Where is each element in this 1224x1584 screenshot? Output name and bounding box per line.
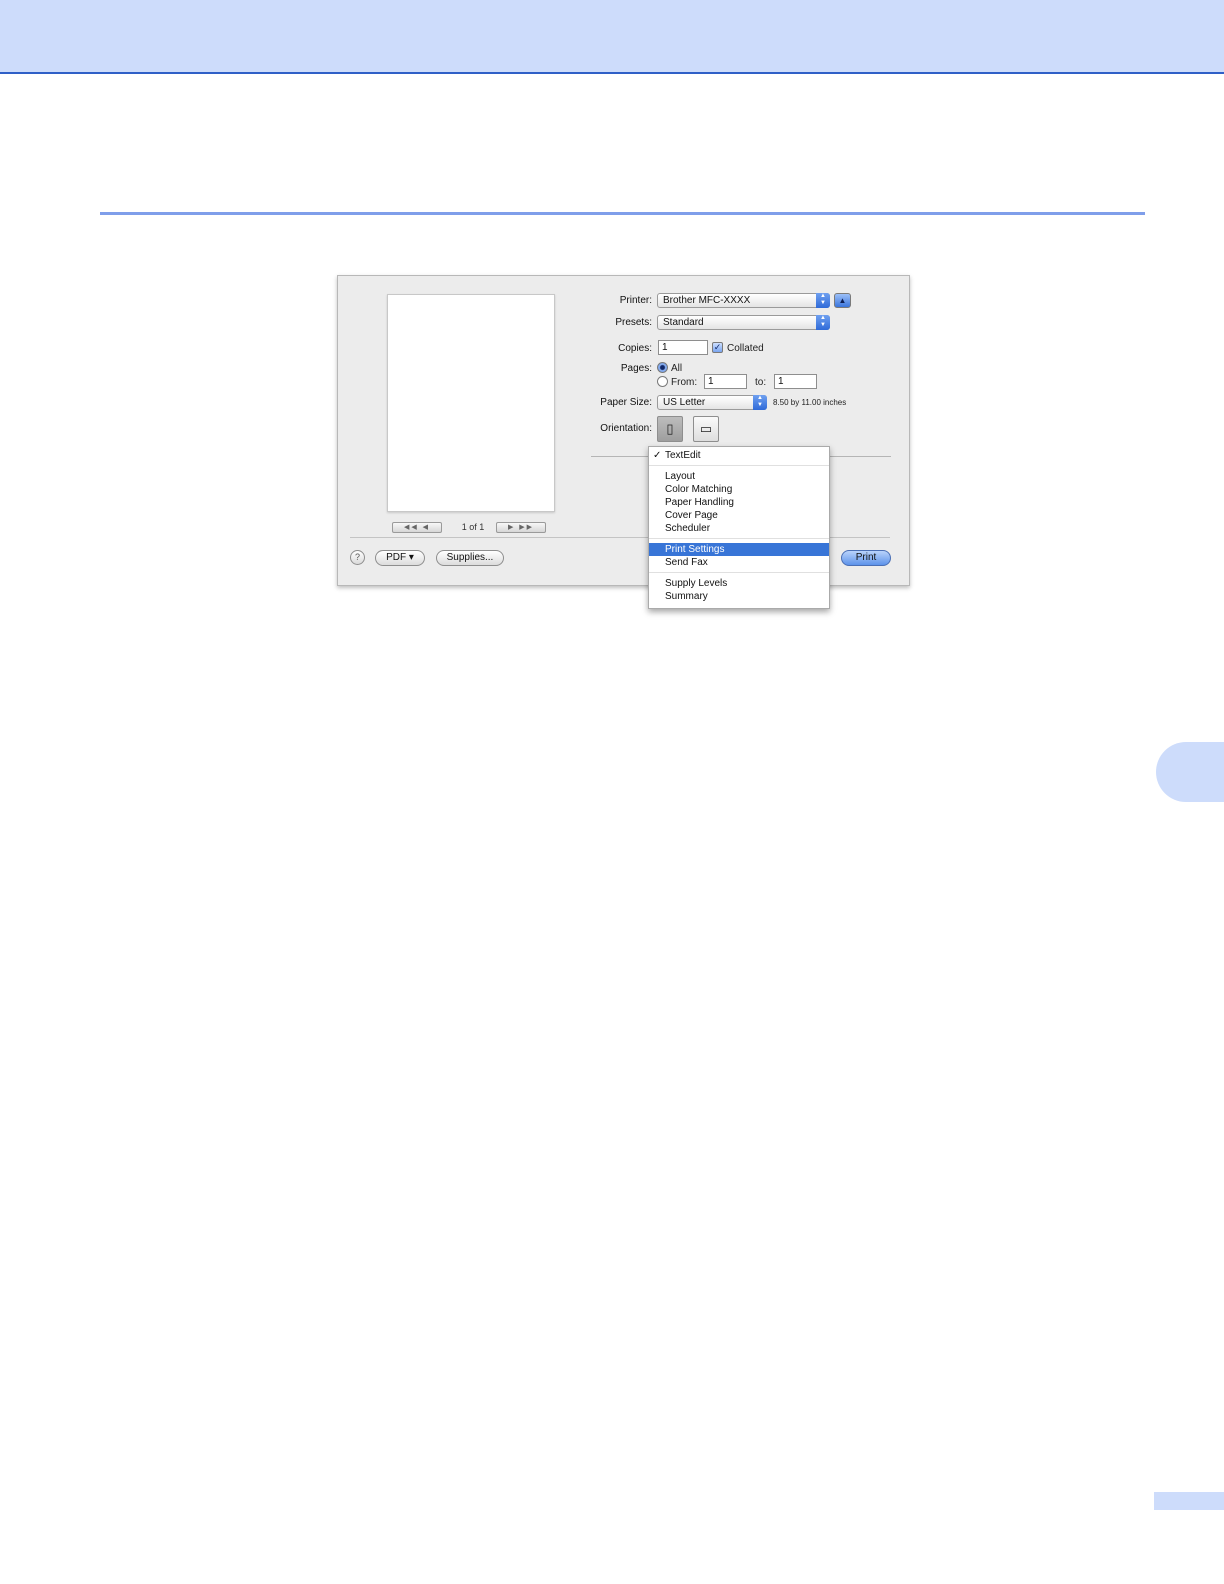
menu-item-paper-handling[interactable]: Paper Handling (649, 496, 829, 509)
presets-popup[interactable]: Standard ▲ ▼ (657, 315, 830, 330)
printer-value: Brother MFC-XXXX (663, 295, 751, 306)
menu-item-textedit[interactable]: ✓ TextEdit (649, 449, 829, 462)
menu-item-label: Cover Page (665, 510, 718, 521)
paper-size-label: Paper Size: (600, 397, 652, 408)
menu-item-supply-levels[interactable]: Supply Levels (649, 577, 829, 590)
presets-value: Standard (663, 317, 704, 328)
menu-item-label: Paper Handling (665, 497, 734, 508)
menu-item-cover-page[interactable]: Cover Page (649, 509, 829, 522)
help-button[interactable]: ? (350, 550, 365, 565)
paper-size-dimensions: 8.50 by 11.00 inches (773, 398, 847, 407)
menu-item-label: Color Matching (665, 484, 733, 495)
pages-from-label: From: (671, 377, 698, 388)
menu-item-label: Summary (665, 591, 708, 602)
menu-separator (649, 538, 829, 539)
menu-separator (649, 572, 829, 573)
page-number-tab (1154, 1492, 1224, 1510)
preview-page-count: 1 of 1 (461, 522, 485, 532)
manual-page: ◀◀ ◀ 1 of 1 ▶ ▶▶ Printer: Brother MFC-XX… (0, 0, 1224, 1584)
menu-item-label: Send Fax (665, 557, 708, 568)
landscape-icon: ▭ (699, 421, 713, 436)
checkmark-icon: ✓ (653, 450, 662, 461)
copies-label: Copies: (618, 343, 652, 354)
paper-size-value: US Letter (663, 397, 706, 408)
preview-next-buttons[interactable]: ▶ ▶▶ (496, 522, 546, 533)
menu-item-print-settings[interactable]: Print Settings (649, 543, 829, 556)
supplies-button[interactable]: Supplies... (436, 550, 504, 566)
portrait-icon: ▯ (666, 421, 674, 436)
pages-range-radio[interactable] (657, 376, 668, 387)
chapter-tab (1156, 742, 1224, 802)
header-band (0, 0, 1224, 74)
menu-item-summary[interactable]: Summary (649, 590, 829, 603)
menu-item-label: TextEdit (665, 450, 701, 461)
popup-arrows-icon: ▲ ▼ (816, 315, 830, 330)
section-rule (100, 212, 1145, 215)
paper-size-popup[interactable]: US Letter ▲ ▼ (657, 395, 767, 410)
copies-field[interactable]: 1 (658, 340, 708, 355)
panel-popup-menu: ✓ TextEdit Layout Color Matching Paper H… (648, 446, 830, 609)
presets-label: Presets: (615, 317, 652, 328)
pages-all-radio[interactable] (657, 362, 668, 373)
menu-item-color-matching[interactable]: Color Matching (649, 483, 829, 496)
print-button[interactable]: Print (841, 550, 891, 566)
menu-item-label: Layout (665, 471, 696, 482)
pages-from-field[interactable]: 1 (704, 374, 747, 389)
pages-to-field[interactable]: 1 (774, 374, 817, 389)
printer-popup[interactable]: Brother MFC-XXXX ▲ ▼ (657, 293, 830, 308)
popup-arrows-icon: ▲ ▼ (816, 293, 830, 308)
popup-arrows-icon: ▲ ▼ (753, 395, 767, 410)
collated-checkbox[interactable]: ✓ (712, 342, 723, 353)
menu-separator (649, 465, 829, 466)
pdf-button[interactable]: PDF ▾ (375, 550, 425, 566)
menu-item-label: Scheduler (665, 523, 711, 534)
menu-item-send-fax[interactable]: Send Fax (649, 556, 829, 569)
menu-item-label: Supply Levels (665, 578, 728, 589)
pages-label: Pages: (620, 363, 652, 374)
collapse-details-button[interactable]: ▲ (834, 293, 851, 308)
printer-label: Printer: (619, 295, 652, 306)
menu-item-layout[interactable]: Layout (649, 470, 829, 483)
menu-item-label: Print Settings (665, 544, 725, 555)
page-preview (387, 294, 555, 512)
pages-all-label: All (671, 363, 683, 374)
preview-prev-buttons[interactable]: ◀◀ ◀ (392, 522, 442, 533)
collated-label: Collated (727, 343, 764, 354)
orientation-label: Orientation: (600, 423, 652, 434)
landscape-orientation-button[interactable]: ▭ (693, 416, 719, 442)
portrait-orientation-button[interactable]: ▯ (657, 416, 683, 442)
menu-item-scheduler[interactable]: Scheduler (649, 522, 829, 535)
pages-to-label: to: (755, 377, 767, 388)
